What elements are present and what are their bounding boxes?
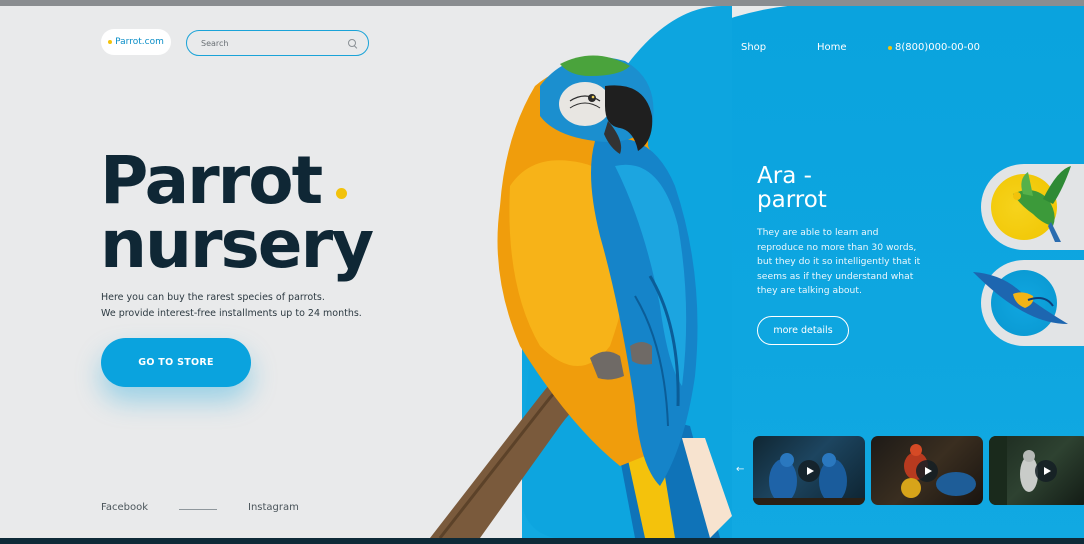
bottom-bar xyxy=(0,538,1084,544)
video-thumb-1[interactable] xyxy=(753,436,865,505)
title-accent-dot xyxy=(336,188,347,199)
page-title: Parrot nursery xyxy=(100,148,374,278)
play-icon[interactable] xyxy=(1035,459,1057,482)
hero-desc-line-1: Here you can buy the rarest species of p… xyxy=(101,292,325,303)
hero-desc-line-2: We provide interest-free installments up… xyxy=(101,308,362,319)
search-input[interactable] xyxy=(201,38,347,48)
instagram-link[interactable]: Instagram xyxy=(248,502,299,513)
logo-text: Parrot.com xyxy=(115,37,164,47)
flying-parrot-blue-image xyxy=(973,272,1068,324)
go-to-store-button[interactable]: GO TO STORE xyxy=(101,338,251,387)
more-details-button[interactable]: more details xyxy=(757,316,849,345)
play-icon[interactable] xyxy=(798,459,820,482)
social-divider xyxy=(179,509,217,510)
video-thumb-2[interactable] xyxy=(871,436,983,505)
phone-number: 8(800)000-00-00 xyxy=(895,42,981,53)
parrot-image xyxy=(430,55,732,538)
info-title: Ara - parrot xyxy=(757,164,827,212)
page-frame: Parrot.com Shop Home 8(800)000-00-00 Par… xyxy=(0,6,1084,538)
facebook-link[interactable]: Facebook xyxy=(101,502,148,513)
flying-parrot-green-image xyxy=(1013,166,1071,242)
nav-home[interactable]: Home xyxy=(817,42,847,53)
arrow-left-icon[interactable]: ← xyxy=(736,464,744,475)
logo-dot xyxy=(108,40,113,44)
phone-link[interactable]: 8(800)000-00-00 xyxy=(888,42,980,53)
logo[interactable]: Parrot.com xyxy=(101,29,171,55)
search-box xyxy=(186,30,369,56)
hero-description: Here you can buy the rarest species of p… xyxy=(101,290,362,322)
info-title-line-2: parrot xyxy=(757,187,827,213)
species-thumb-2[interactable] xyxy=(973,260,1084,346)
title-line-2: nursery xyxy=(100,206,374,283)
play-icon[interactable] xyxy=(916,459,938,482)
info-title-line-1: Ara - xyxy=(757,163,812,189)
video-thumb-3[interactable] xyxy=(989,436,1084,505)
info-description: They are able to learn and reproduce no … xyxy=(757,227,921,296)
phone-dot xyxy=(888,45,892,50)
search-icon[interactable] xyxy=(347,38,358,49)
species-thumb-1[interactable] xyxy=(981,164,1084,250)
